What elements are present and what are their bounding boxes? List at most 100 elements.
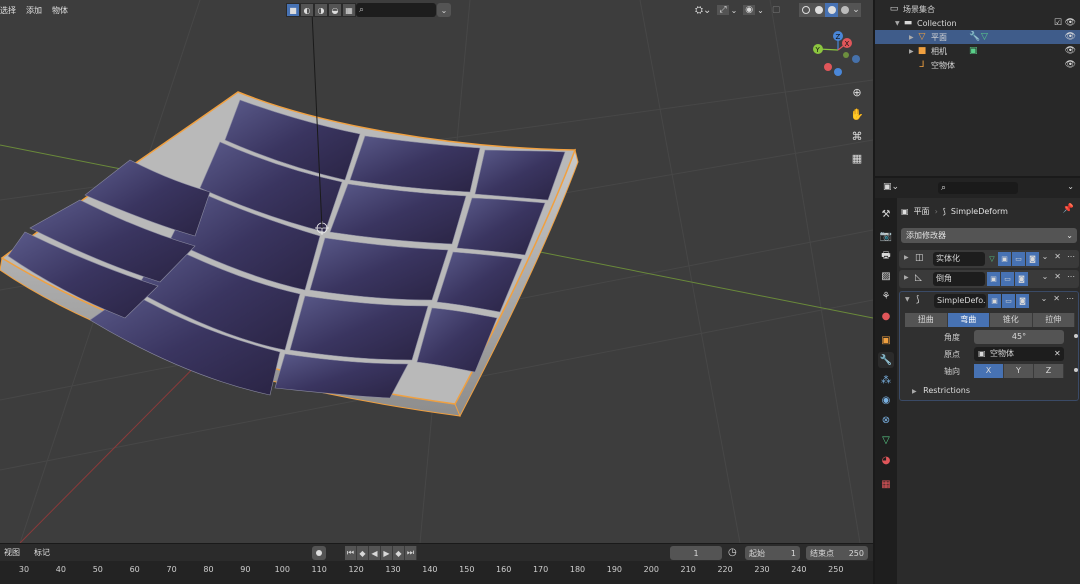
outliner-item-camera[interactable]: ▶ ■ 相机 ▣ 👁 bbox=[875, 44, 1080, 58]
render-camera-icon[interactable]: ◙ bbox=[1016, 294, 1029, 308]
edit-mode-icon[interactable]: ▣ bbox=[987, 272, 1000, 286]
chevron-down-icon[interactable]: ⌄ bbox=[731, 6, 738, 15]
constraints-tab-icon[interactable]: ⊗ bbox=[878, 412, 894, 428]
drag-handle-icon[interactable]: ⋯ bbox=[1066, 294, 1074, 303]
chevron-down-icon[interactable]: ⌄ bbox=[1042, 252, 1049, 261]
mode-taper[interactable]: 锥化 bbox=[990, 313, 1033, 327]
jump-start-icon[interactable]: ⏮ bbox=[345, 546, 357, 560]
chevron-down-icon[interactable]: ⌄ bbox=[437, 3, 451, 17]
select-box-icon[interactable]: ■ bbox=[286, 3, 300, 17]
origin-field[interactable]: 空物体 bbox=[974, 347, 1064, 361]
eye-icon[interactable]: 👁 bbox=[1065, 18, 1076, 28]
output-tab-icon[interactable]: 🖶 bbox=[878, 248, 894, 264]
render-camera-icon[interactable]: ◙ bbox=[1015, 272, 1028, 286]
axis-z-button[interactable]: Z bbox=[1034, 364, 1064, 378]
jump-end-icon[interactable]: ⏭ bbox=[405, 546, 417, 560]
navigation-gizmo[interactable]: Y Z X bbox=[813, 31, 860, 76]
close-icon[interactable]: ✕ bbox=[1054, 272, 1061, 281]
play-reverse-icon[interactable]: ◀ bbox=[369, 546, 381, 560]
zoom-icon[interactable]: ⊕ bbox=[848, 84, 866, 100]
data-tab-icon[interactable]: ▽ bbox=[878, 432, 894, 448]
rendered-shading-icon[interactable] bbox=[838, 3, 851, 17]
timeline-menu-markers[interactable]: 标记 bbox=[34, 547, 50, 558]
edit-mode-icon[interactable]: ▣ bbox=[998, 252, 1011, 266]
prev-keyframe-icon[interactable]: ◆ bbox=[357, 546, 369, 560]
select-extend-icon[interactable]: ◐ bbox=[300, 3, 314, 17]
hand-pan-icon[interactable]: ✋ bbox=[848, 106, 866, 122]
modifier-name-field[interactable]: SimpleDefo... bbox=[934, 294, 986, 308]
timeline-ruler[interactable]: 30 40 50 60 70 80 90 100 110 120 130 140 150 160 170 18… bbox=[0, 561, 873, 584]
chevron-down-icon[interactable]: ⌄ bbox=[1041, 294, 1048, 303]
on-cage-icon[interactable]: ▽ bbox=[987, 252, 997, 266]
xray-icon[interactable]: ▢ bbox=[772, 5, 781, 15]
outliner-item-plane[interactable]: ▶ ▽ 平面 🔧 ▽ 👁 bbox=[875, 30, 1080, 44]
drag-handle-icon[interactable]: ⋯ bbox=[1067, 272, 1075, 281]
3d-viewport[interactable]: Y Z X 选择 添加 物体 ■ ◐ ◑ ◒ ▦ ⌕ ⌄ ⛭⌄ ⤢ ⌄ ◉ ⌄ … bbox=[0, 0, 873, 543]
scene-tab-icon[interactable]: ⚘ bbox=[878, 288, 894, 304]
expand-right-icon[interactable]: ▶ bbox=[909, 34, 917, 41]
viewport-display-icon[interactable]: ▭ bbox=[1001, 272, 1014, 286]
select-subtract-icon[interactable]: ◑ bbox=[314, 3, 328, 17]
menu-select[interactable]: 选择 bbox=[0, 5, 16, 16]
play-icon[interactable]: ▶ bbox=[381, 546, 393, 560]
outliner-item-empty[interactable]: ⅃ 空物体 👁 bbox=[875, 58, 1080, 72]
expand-right-icon[interactable]: ▶ bbox=[904, 274, 909, 281]
mode-stretch[interactable]: 拉伸 bbox=[1032, 313, 1075, 327]
expand-down-icon[interactable]: ▼ bbox=[905, 296, 910, 303]
modifier-name-field[interactable]: 倒角 bbox=[933, 272, 985, 286]
chevron-down-icon[interactable]: ⌄ bbox=[757, 6, 764, 15]
scene-render[interactable]: Y Z X bbox=[0, 0, 873, 543]
modifier-solidify[interactable]: ▶ ◫ 实体化 ▽ ▣ ▭ ◙ ⌄ ✕ ⋯ bbox=[899, 250, 1079, 268]
keyframe-dot-icon[interactable] bbox=[1074, 368, 1078, 372]
visibility-icon[interactable]: ⛭⌄ bbox=[695, 5, 711, 16]
start-frame-field[interactable]: 起始 1 bbox=[745, 546, 800, 560]
modifier-name-field[interactable]: 实体化 bbox=[933, 252, 985, 266]
eye-icon[interactable]: 👁 bbox=[1065, 46, 1076, 56]
checkbox-icon[interactable]: ☑ bbox=[1054, 18, 1062, 28]
modifier-tab-icon[interactable]: 🔧 bbox=[878, 352, 894, 368]
add-modifier-button[interactable]: 添加修改器 ⌄ bbox=[901, 228, 1077, 243]
camera-view-icon[interactable]: ⌘ bbox=[848, 128, 866, 144]
viewport-display-icon[interactable]: ▭ bbox=[1002, 294, 1015, 308]
editor-type-icon[interactable]: ▣⌄ bbox=[883, 182, 899, 192]
record-icon[interactable] bbox=[312, 546, 326, 560]
world-tab-icon[interactable]: ● bbox=[878, 308, 894, 324]
mode-twist[interactable]: 扭曲 bbox=[905, 313, 948, 327]
next-keyframe-icon[interactable]: ◆ bbox=[393, 546, 405, 560]
modifier-simpledeform[interactable]: ▼ ⟆ SimpleDefo... ▣ ▭ ◙ ⌄ ✕ ⋯ bbox=[900, 292, 1078, 310]
viewport-display-icon[interactable]: ▭ bbox=[1012, 252, 1025, 266]
mode-bend[interactable]: 弯曲 bbox=[947, 313, 990, 327]
render-tab-icon[interactable]: 📷 bbox=[878, 228, 894, 244]
solid-shading-icon[interactable] bbox=[812, 3, 825, 17]
end-frame-field[interactable]: 结束点 250 bbox=[806, 546, 868, 560]
gizmo-toggle-icon[interactable]: ⤢ bbox=[717, 5, 729, 15]
timeline-menu-view[interactable]: 视图 bbox=[4, 547, 20, 558]
expand-right-icon[interactable]: ▶ bbox=[904, 254, 909, 261]
edit-mode-icon[interactable]: ▣ bbox=[988, 294, 1001, 308]
eye-icon[interactable]: 👁 bbox=[1065, 32, 1076, 42]
select-intersect-icon[interactable]: ▦ bbox=[342, 3, 356, 17]
menu-object[interactable]: 物体 bbox=[52, 5, 68, 16]
wireframe-shading-icon[interactable] bbox=[799, 3, 812, 17]
perspective-grid-icon[interactable]: ▦ bbox=[848, 150, 866, 166]
object-tab-icon[interactable]: ▣ bbox=[878, 332, 894, 348]
texture-tab-icon[interactable]: ▦ bbox=[878, 476, 894, 492]
angle-field[interactable]: 45° bbox=[974, 330, 1064, 344]
viewport-search-input[interactable]: ⌕ bbox=[356, 3, 436, 17]
expand-down-icon[interactable]: ▼ bbox=[895, 20, 903, 27]
menu-add[interactable]: 添加 bbox=[26, 5, 42, 16]
drag-handle-icon[interactable]: ⋯ bbox=[1067, 252, 1075, 261]
current-frame-field[interactable]: 1 bbox=[670, 546, 722, 560]
chevron-down-icon[interactable]: ⌄ bbox=[1067, 182, 1074, 191]
pin-icon[interactable]: 📌 bbox=[1063, 204, 1074, 214]
eye-icon[interactable]: 👁 bbox=[1065, 60, 1076, 70]
overlay-toggle-icon[interactable]: ◉ bbox=[743, 5, 756, 15]
chevron-down-icon[interactable]: ⌄ bbox=[851, 3, 861, 17]
outliner-collection[interactable]: ▼ ▬ Collection ☑ 👁 bbox=[875, 16, 1080, 30]
physics-tab-icon[interactable]: ◉ bbox=[878, 392, 894, 408]
axis-x-button[interactable]: X bbox=[974, 364, 1004, 378]
restrictions-subpanel[interactable]: ▶ Restrictions bbox=[912, 386, 970, 395]
close-icon[interactable]: ✕ bbox=[1053, 294, 1060, 303]
select-invert-icon[interactable]: ◒ bbox=[328, 3, 342, 17]
chevron-down-icon[interactable]: ⌄ bbox=[1042, 272, 1049, 281]
